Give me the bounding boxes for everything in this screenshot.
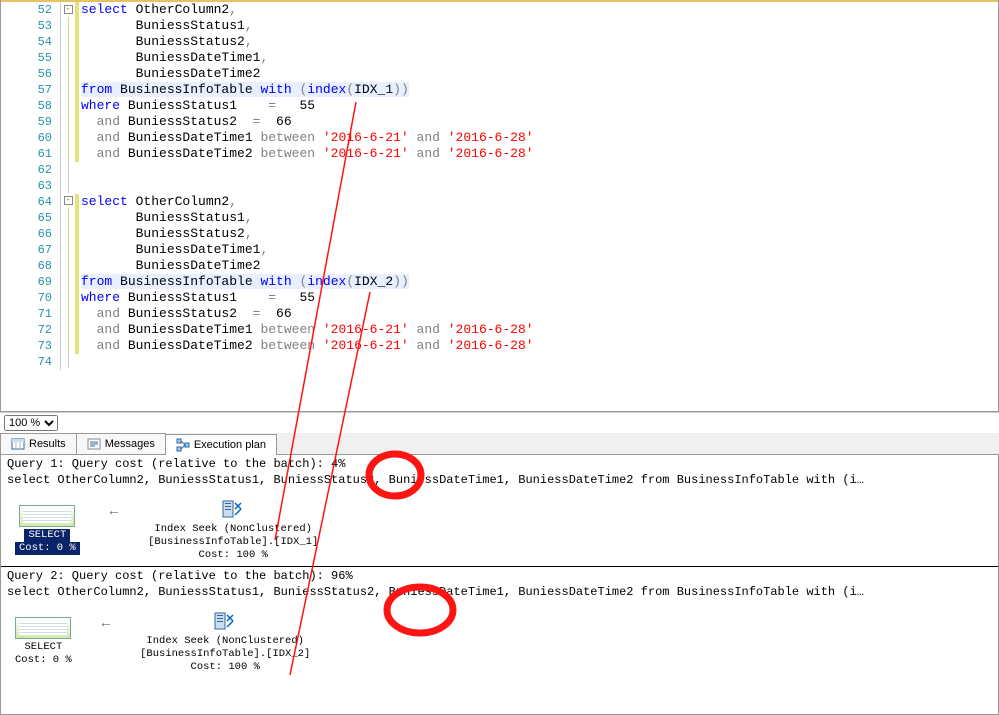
query-plan-2: Query 2: Query cost (relative to the bat…	[1, 566, 998, 678]
index-seek-node[interactable]: Index Seek (NonClustered) [BusinessInfoT…	[148, 497, 318, 562]
tab-messages[interactable]: Messages	[76, 433, 166, 454]
messages-icon	[87, 437, 101, 451]
tab-label: Results	[29, 438, 66, 450]
change-bar	[75, 2, 79, 370]
plan-arrow-icon: ←	[102, 616, 110, 632]
select-node[interactable]: SELECT Cost: 0 %	[15, 505, 80, 555]
plan-sql: select OtherColumn2, BuniessStatus1, Bun…	[1, 473, 998, 489]
execution-plan-panel[interactable]: Query 1: Query cost (relative to the bat…	[0, 455, 999, 715]
table-icon	[19, 505, 75, 527]
execplan-icon	[176, 438, 190, 452]
zoom-select[interactable]: 100 %	[4, 415, 58, 431]
plan-header: Query 2: Query cost (relative to the bat…	[1, 567, 998, 585]
plan-arrow-icon: ←	[110, 504, 118, 520]
zoom-bar: 100 %	[0, 412, 999, 433]
tab-label: Messages	[105, 438, 155, 450]
index-seek-icon	[221, 497, 245, 521]
table-icon	[15, 617, 71, 639]
tab-execplan[interactable]: Execution plan	[165, 434, 277, 455]
query-plan-1: Query 1: Query cost (relative to the bat…	[1, 455, 998, 566]
plan-header: Query 1: Query cost (relative to the bat…	[1, 455, 998, 473]
tab-results[interactable]: Results	[0, 433, 77, 454]
index-seek-icon	[213, 609, 237, 633]
line-gutter: 5253545556575859606162636465666768697071…	[1, 2, 61, 370]
code-editor[interactable]: 5253545556575859606162636465666768697071…	[0, 0, 999, 412]
results-icon	[11, 437, 25, 451]
fold-column[interactable]: --	[61, 2, 75, 368]
code-lines[interactable]: select OtherColumn2, BuniessStatus1, Bun…	[81, 2, 998, 370]
select-node[interactable]: SELECT Cost: 0 %	[15, 617, 72, 667]
plan-sql: select OtherColumn2, BuniessStatus1, Bun…	[1, 585, 998, 601]
tab-label: Execution plan	[194, 439, 266, 451]
results-tabs: Results Messages Execution plan	[0, 433, 999, 455]
index-seek-node[interactable]: Index Seek (NonClustered) [BusinessInfoT…	[140, 609, 310, 674]
